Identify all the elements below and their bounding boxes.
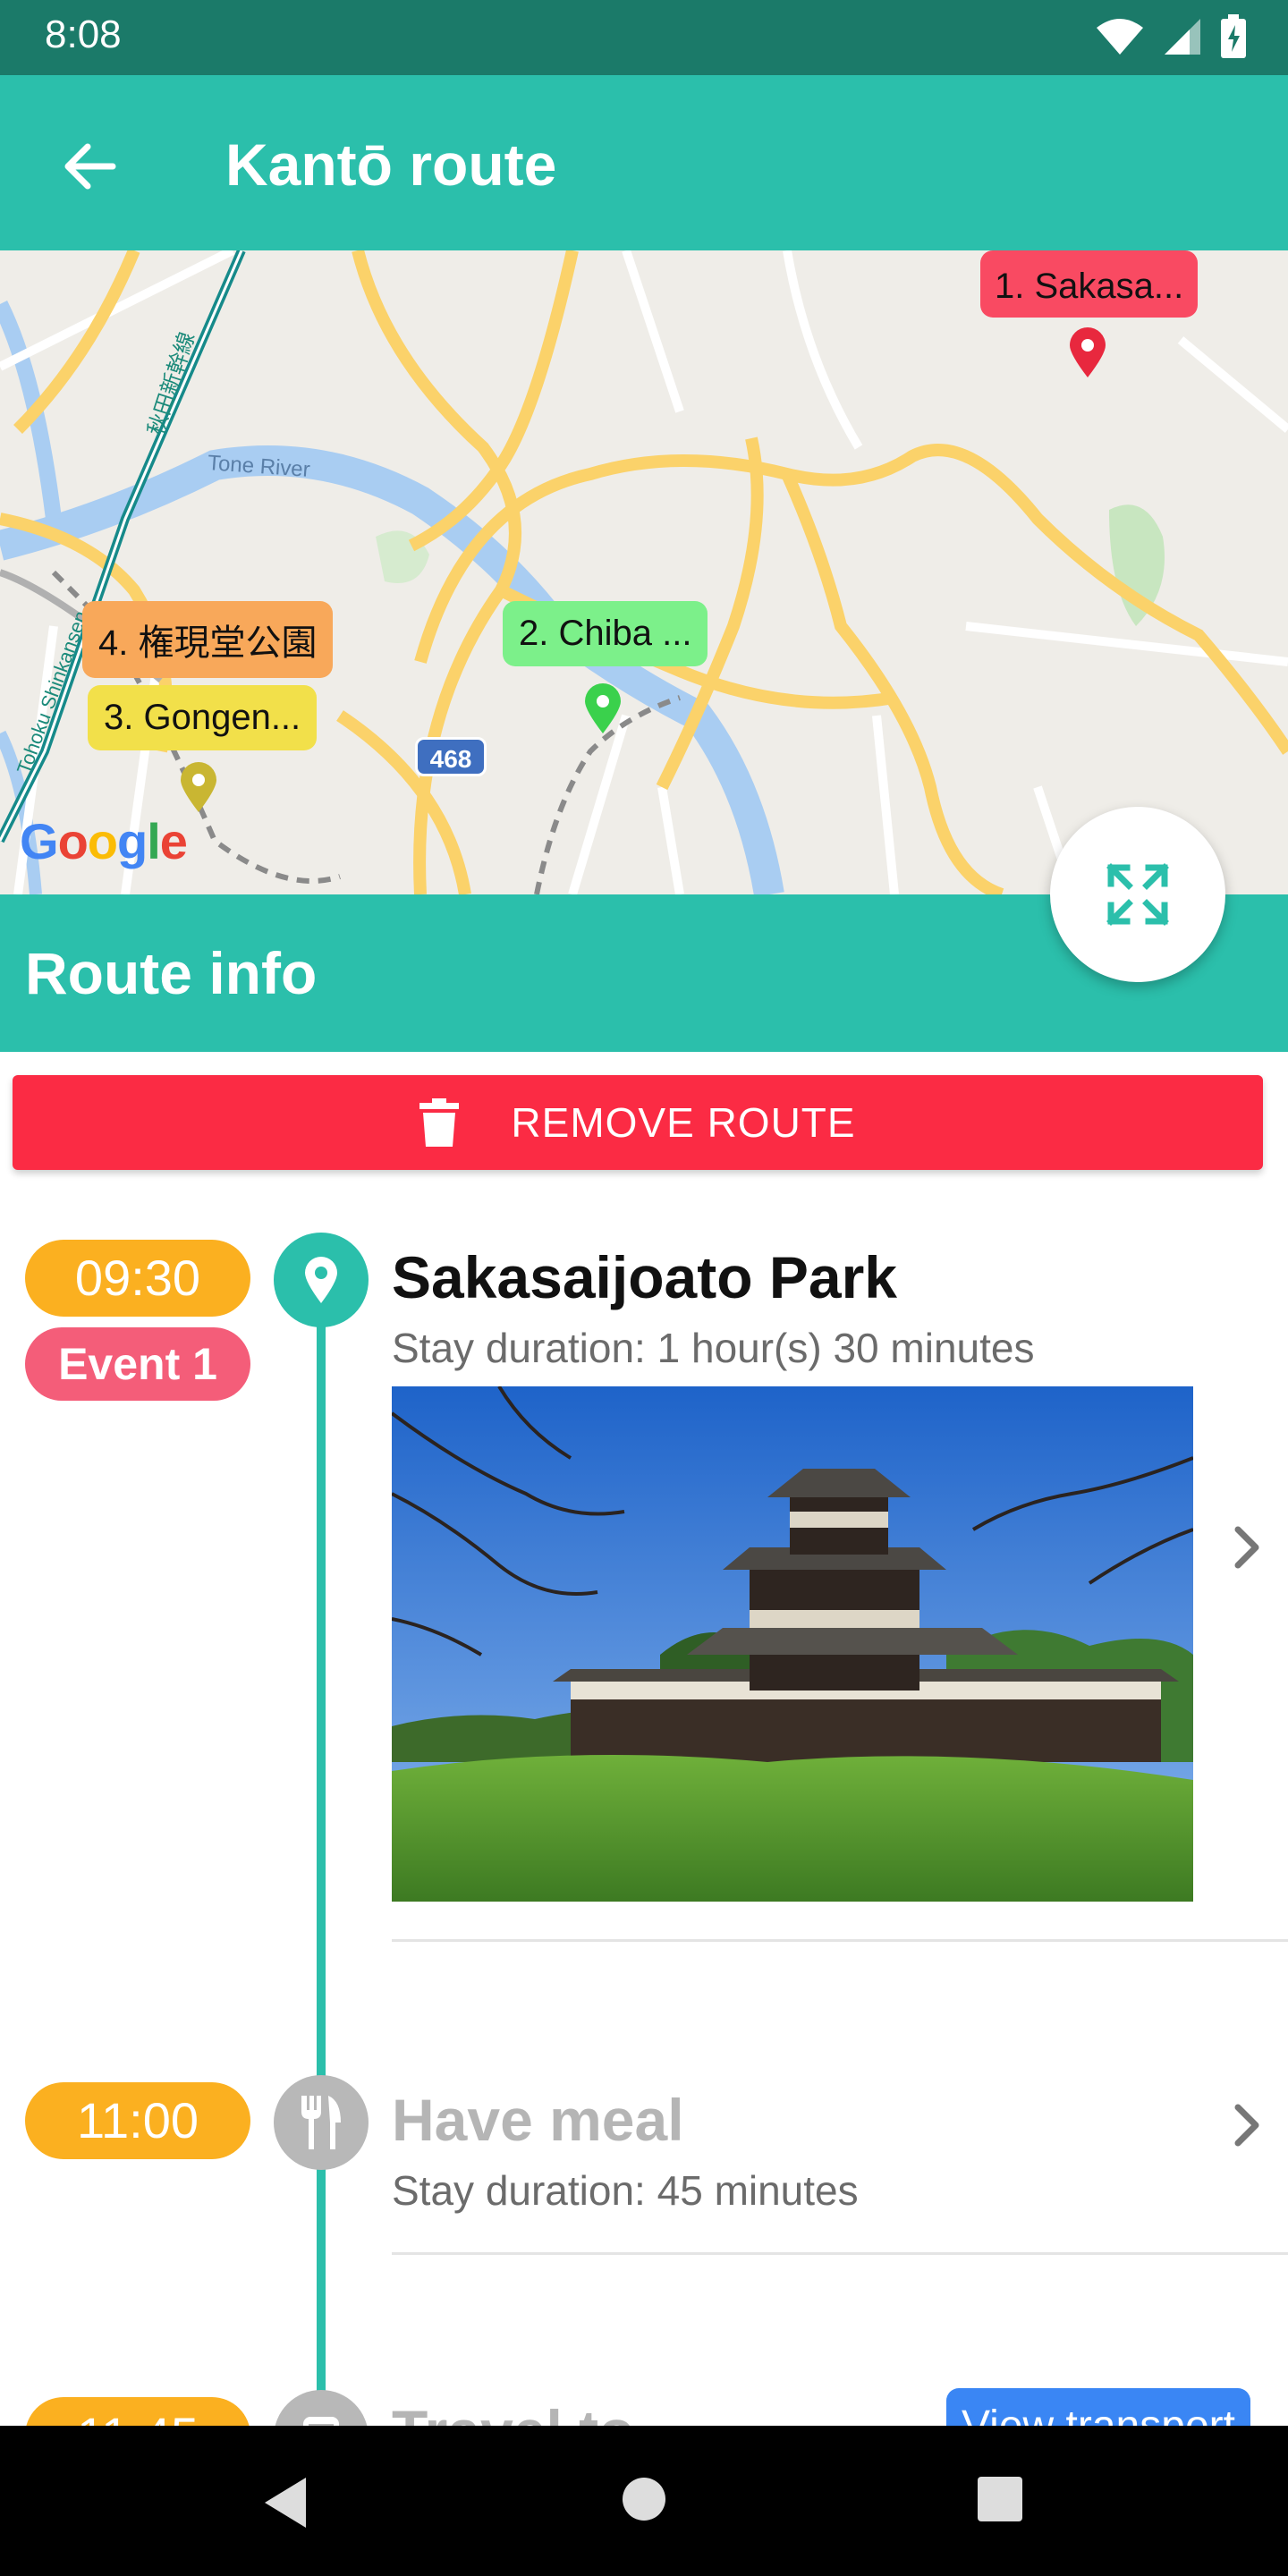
status-time: 8:08 — [45, 13, 122, 56]
stay-duration: Stay duration: 45 minutes — [392, 2167, 859, 2214]
map-pin-icon[interactable] — [1068, 326, 1107, 379]
marker-label-text: 1. Sakasa... — [995, 267, 1184, 306]
expand-icon — [1106, 863, 1169, 926]
wifi-icon — [1097, 19, 1143, 55]
nav-back-icon[interactable] — [259, 2474, 313, 2531]
map-pin-icon[interactable] — [179, 760, 218, 814]
timeline-node — [274, 1233, 369, 1327]
app-bar: Kantō route — [0, 75, 1288, 250]
map-marker-label-4[interactable]: 4. 権現堂公園 — [82, 601, 334, 678]
place-title[interactable]: Sakasaijoato Park — [392, 1243, 897, 1311]
time-badge: 11:00 — [25, 2082, 250, 2159]
map-marker-label-1[interactable]: 1. Sakasa... — [980, 250, 1199, 318]
map-pin-icon[interactable] — [583, 682, 623, 735]
fork-knife-icon — [301, 2096, 341, 2149]
marker-label-text: 2. Chiba ... — [519, 614, 692, 653]
arrow-left-icon[interactable] — [54, 131, 125, 202]
stay-duration: Stay duration: 1 hour(s) 30 minutes — [392, 1325, 1035, 1371]
fullscreen-map-button[interactable] — [1050, 807, 1225, 982]
status-bar: 8:08 — [0, 0, 1288, 75]
google-logo: Google — [20, 813, 188, 869]
timeline-node — [274, 2075, 369, 2170]
status-icons — [1095, 14, 1247, 59]
event-badge: Event 1 — [25, 1327, 250, 1401]
page-title: Kantō route — [225, 131, 557, 198]
marker-label-text: 3. Gongen... — [104, 698, 301, 737]
place-photo[interactable] — [392, 1386, 1193, 1902]
castle-photo-illustration — [392, 1386, 1193, 1902]
system-nav-bar — [0, 2426, 1288, 2576]
signal-icon — [1165, 19, 1200, 55]
route-info-title: Route info — [25, 940, 318, 1006]
remove-route-button[interactable]: REMOVE ROUTE — [13, 1075, 1263, 1170]
activity-title[interactable]: Have meal — [392, 2086, 684, 2154]
remove-route-label: REMOVE ROUTE — [511, 1099, 856, 1146]
map-marker-label-3[interactable]: 3. Gongen... — [88, 685, 318, 750]
item-divider — [392, 1939, 1288, 1942]
battery-icon — [1221, 14, 1246, 58]
timeline-line — [317, 1288, 326, 2451]
nav-home-icon[interactable] — [619, 2474, 669, 2524]
route-map[interactable]: Tone River 468 秋田新幹線 Tohoku Shinkansen 1… — [0, 250, 1288, 894]
chevron-right-icon[interactable] — [1220, 2098, 1274, 2152]
road-number-badge: 468 — [415, 737, 487, 776]
location-pin-icon — [305, 1257, 337, 1303]
nav-recents-icon[interactable] — [975, 2474, 1025, 2524]
marker-label-text: 4. 権現堂公園 — [98, 623, 318, 663]
chevron-right-icon[interactable] — [1220, 1521, 1274, 1574]
item-divider — [392, 2252, 1288, 2255]
map-marker-label-2[interactable]: 2. Chiba ... — [503, 601, 708, 666]
time-badge: 09:30 — [25, 1240, 250, 1317]
trash-icon — [419, 1098, 460, 1147]
